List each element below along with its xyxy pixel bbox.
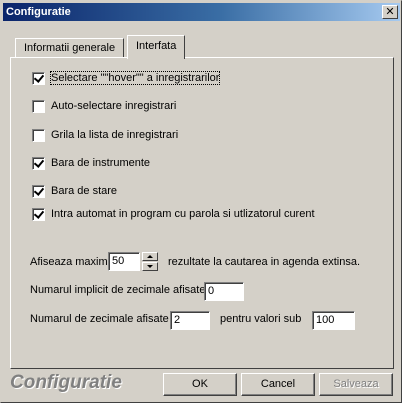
tab-label: Interfata — [136, 40, 177, 52]
option-grid[interactable]: Grila la lista de inregistrari — [32, 127, 178, 143]
save-button[interactable]: Salveaza — [319, 373, 393, 396]
checkbox[interactable] — [32, 207, 45, 221]
footer-title: Configuratie — [10, 372, 122, 393]
arrow-up-icon — [147, 255, 153, 258]
checkbox[interactable] — [32, 71, 45, 85]
max-results-input[interactable]: 50 — [108, 252, 140, 271]
option-auto-select[interactable]: Auto-selectare inregistrari — [32, 98, 176, 114]
cancel-button[interactable]: Cancel — [241, 373, 315, 396]
window-title: Configuratie — [6, 6, 71, 18]
default-decimals-input[interactable]: 0 — [204, 282, 244, 301]
max-results-spinner[interactable] — [142, 252, 158, 271]
option-label: Bara de stare — [51, 185, 118, 197]
close-icon[interactable]: ✕ — [382, 5, 398, 19]
decimals-input[interactable]: 2 — [170, 311, 210, 330]
option-auto-login[interactable]: Intra automat in program cu parola si ut… — [32, 206, 315, 222]
spin-down-button[interactable] — [142, 262, 158, 271]
max-results-label: Afiseaza maxim — [30, 256, 108, 268]
spin-up-button[interactable] — [142, 252, 158, 261]
checkbox[interactable] — [32, 184, 45, 198]
option-label: Selectare ""hover"" a inregistrarilor — [49, 71, 221, 85]
title-bar: Configuratie ✕ — [3, 3, 400, 21]
option-hover-selection[interactable]: Selectare ""hover"" a inregistrarilor — [32, 70, 221, 86]
default-decimals-label: Numarul implicit de zecimale afisate — [30, 284, 206, 296]
decimals-label: Numarul de zecimale afisate — [30, 313, 169, 325]
decimals-threshold-input[interactable]: 100 — [312, 311, 355, 330]
tab-label: Informatii generale — [24, 42, 116, 54]
option-statusbar[interactable]: Bara de stare — [32, 183, 117, 199]
tab-informatii-generale[interactable]: Informatii generale — [15, 38, 125, 59]
option-label: Auto-selectare inregistrari — [51, 100, 177, 112]
checkbox[interactable] — [32, 128, 45, 142]
config-dialog: Configuratie ✕ Informatii generale Inter… — [0, 0, 402, 403]
option-label: Intra automat in program cu parola si ut… — [51, 208, 315, 220]
decimals-threshold-label: pentru valori sub — [220, 313, 302, 325]
tab-interfata[interactable]: Interfata — [127, 35, 186, 59]
option-label: Grila la lista de inregistrari — [51, 129, 179, 141]
checkbox[interactable] — [32, 99, 45, 113]
tab-panel-interfata: Selectare ""hover"" a inregistrarilor Au… — [10, 57, 394, 369]
arrow-down-icon — [147, 265, 153, 268]
checkbox[interactable] — [32, 156, 45, 170]
ok-button[interactable]: OK — [163, 373, 237, 396]
max-results-suffix: rezultate la cautarea in agenda extinsa. — [168, 256, 361, 268]
option-toolbar[interactable]: Bara de instrumente — [32, 155, 150, 171]
option-label: Bara de instrumente — [51, 157, 151, 169]
